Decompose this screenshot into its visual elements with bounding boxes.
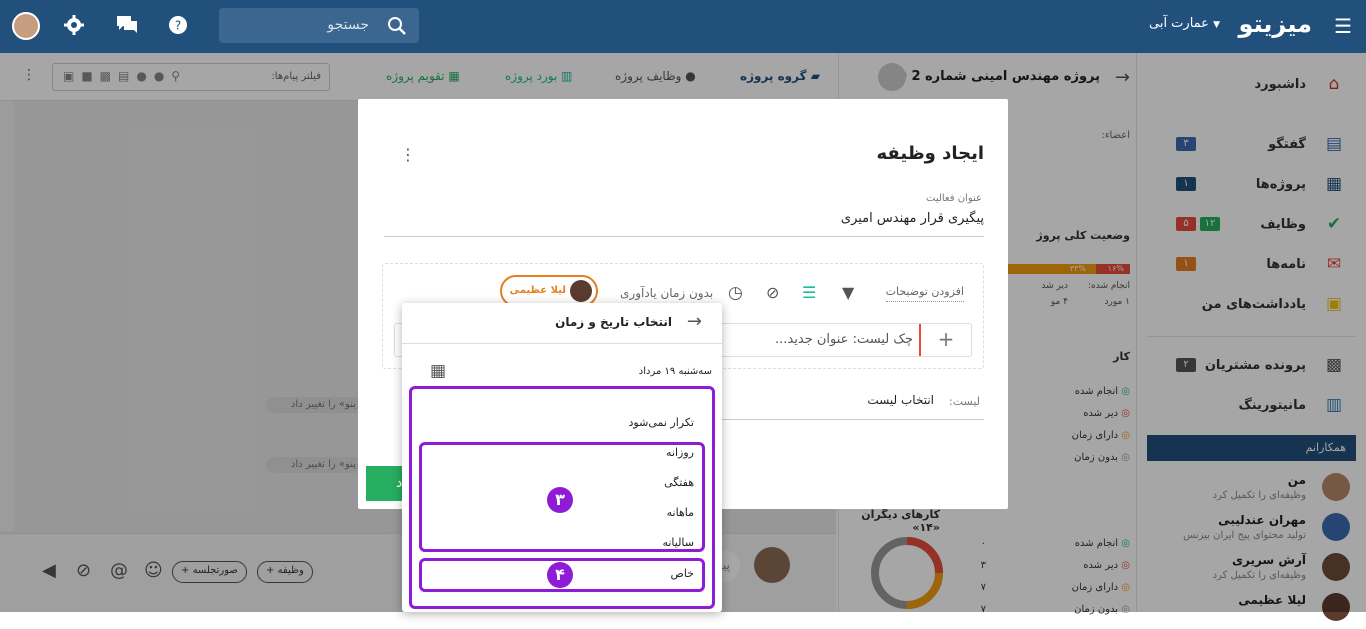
search-box[interactable]: جستجو xyxy=(219,8,419,43)
checklist-icon[interactable]: ☰ xyxy=(802,283,816,302)
user-avatar[interactable] xyxy=(12,12,40,40)
activity-input[interactable]: پیگیری قرار مهندس امیری xyxy=(384,211,984,237)
divider xyxy=(722,419,984,420)
list-select[interactable]: انتخاب لیست xyxy=(867,393,934,407)
top-bar: ☰ میزیتو عمارت آبی ▼ جستجو ? xyxy=(0,0,1366,53)
search-icon xyxy=(388,17,406,35)
attachment-icon[interactable]: ⊘ xyxy=(766,283,779,302)
add-checklist-button[interactable]: + xyxy=(919,324,971,356)
assignee-name: لیلا عظیمی xyxy=(509,285,566,296)
divider xyxy=(402,343,722,344)
svg-text:?: ? xyxy=(175,19,181,33)
picker-title: انتخاب تاریخ و زمان xyxy=(555,315,672,329)
add-description[interactable]: افزودن توضیحات xyxy=(885,285,964,302)
chevron-down-icon: ▼ xyxy=(1213,20,1220,30)
modal-title: ایجاد وظیفه xyxy=(876,143,984,164)
checklist-input[interactable]: چک لیست: عنوان جدید... xyxy=(775,332,913,347)
calendar-icon[interactable]: ▦ xyxy=(430,361,446,381)
workspace-selector[interactable]: عمارت آبی ▼ xyxy=(1149,16,1220,31)
annotation-badge-3: ۳ xyxy=(547,487,573,513)
reminder-label[interactable]: بدون زمان یادآوری xyxy=(620,286,713,300)
menu-icon[interactable]: ☰ xyxy=(1334,14,1352,38)
save-button[interactable]: د xyxy=(366,466,406,501)
back-arrow-icon[interactable]: → xyxy=(687,311,702,332)
selected-date[interactable]: سه‌شنبه ۱۹ مرداد xyxy=(639,366,712,377)
clock-icon[interactable]: ◷ xyxy=(728,283,743,303)
help-icon[interactable]: ? xyxy=(168,15,188,35)
list-label: لیست: xyxy=(949,395,980,408)
date-time-picker: انتخاب تاریخ و زمان → سه‌شنبه ۱۹ مرداد ▦… xyxy=(402,303,722,612)
brand-logo: میزیتو xyxy=(1238,10,1312,38)
annotation-badge-4: ۴ xyxy=(547,562,573,588)
bookmark-icon[interactable]: ▼ xyxy=(842,283,854,302)
more-vert-icon[interactable]: ⋮ xyxy=(400,145,416,164)
messages-icon[interactable] xyxy=(116,15,138,35)
workspace-name: عمارت آبی xyxy=(1148,16,1209,31)
activity-label: عنوان فعالیت xyxy=(926,193,982,204)
avatar xyxy=(570,280,592,302)
gear-icon[interactable] xyxy=(64,15,84,35)
search-input[interactable]: جستجو xyxy=(327,17,369,33)
